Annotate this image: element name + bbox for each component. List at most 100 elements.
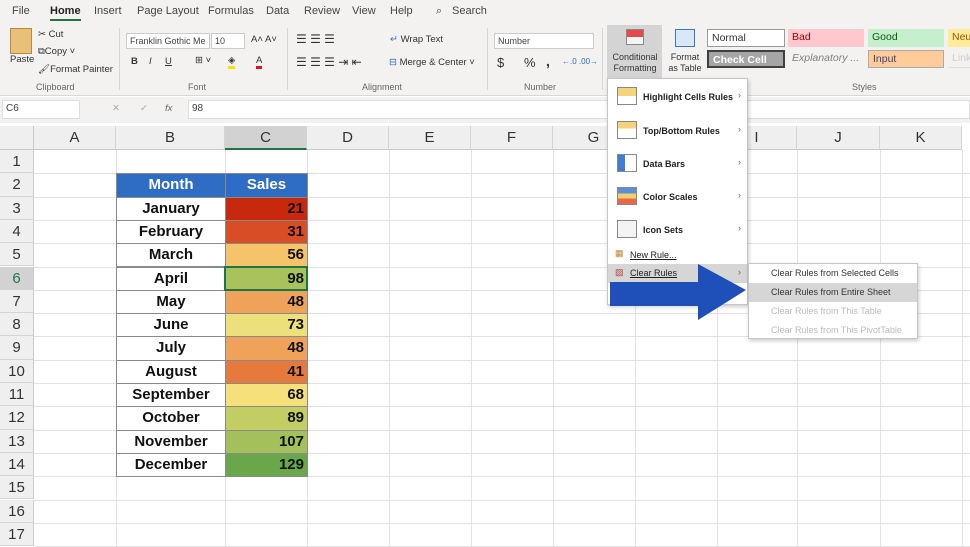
percent-button[interactable]: %	[524, 55, 536, 70]
column-header-A[interactable]: A	[34, 126, 116, 150]
cut-button[interactable]: ✂ Cut	[38, 29, 63, 40]
month-cell[interactable]: January	[116, 196, 226, 221]
formula-input[interactable]: 98	[188, 100, 970, 119]
copy-button[interactable]: ⧉Copy ˅	[38, 46, 75, 57]
style-check-cell[interactable]: Check Cell	[707, 50, 785, 68]
month-cell[interactable]: May	[116, 289, 226, 315]
row-header-2[interactable]: 2	[0, 173, 34, 197]
style-bad[interactable]: Bad	[788, 29, 864, 47]
font-grow-shrink-buttons[interactable]: A˄ A˅	[251, 34, 277, 45]
font-size-select[interactable]: 10	[211, 33, 245, 49]
menu-item-highlight-cells-rules[interactable]: Highlight Cells Rules ›	[608, 79, 747, 112]
column-header-B[interactable]: B	[116, 126, 225, 150]
tab-view[interactable]: View	[352, 5, 376, 17]
format-painter-button[interactable]: 🖌Format Painter	[38, 64, 113, 75]
format-as-table-button[interactable]: Format as Table	[665, 25, 705, 78]
sales-cell[interactable]: 31	[225, 219, 308, 245]
tab-review[interactable]: Review	[304, 5, 340, 17]
column-header-K[interactable]: K	[880, 126, 962, 150]
comma-button[interactable]: ,	[546, 53, 550, 69]
fill-color-icon[interactable]: ◈	[228, 55, 236, 69]
row-header-16[interactable]: 16	[0, 499, 34, 523]
decimal-buttons[interactable]: ←.0 .00→	[562, 57, 598, 66]
wrap-text-button[interactable]: ↵ Wrap Text	[390, 34, 443, 45]
row-header-10[interactable]: 10	[0, 359, 34, 383]
sales-cell[interactable]: 56	[225, 243, 308, 268]
menu-item-icon-sets[interactable]: Icon Sets ›	[608, 212, 747, 245]
row-header-12[interactable]: 12	[0, 406, 34, 430]
merge-center-button[interactable]: ⊟ Merge & Center ˅	[389, 57, 475, 68]
row-header-7[interactable]: 7	[0, 289, 34, 314]
month-cell[interactable]: November	[116, 429, 226, 454]
style-good[interactable]: Good	[868, 29, 944, 47]
menu-item-top-bottom-rules[interactable]: Top/Bottom Rules ›	[608, 113, 747, 146]
row-header-8[interactable]: 8	[0, 313, 34, 337]
header-month[interactable]: Month	[116, 173, 226, 198]
style-neutral[interactable]: Neu	[948, 29, 970, 47]
tab-help[interactable]: Help	[390, 5, 413, 17]
column-header-E[interactable]: E	[389, 126, 471, 150]
sales-cell[interactable]: 129	[225, 452, 308, 478]
sales-cell[interactable]: 48	[225, 289, 308, 315]
currency-button[interactable]: $	[497, 55, 504, 70]
style-explanatory[interactable]: Explanatory ...	[788, 50, 864, 68]
row-header-9[interactable]: 9	[0, 336, 34, 360]
row-header-4[interactable]: 4	[0, 219, 34, 244]
row-header-3[interactable]: 3	[0, 196, 34, 220]
tab-insert[interactable]: Insert	[94, 5, 122, 17]
italic-button[interactable]: I	[149, 56, 152, 67]
row-header-6[interactable]: 6	[0, 266, 34, 290]
row-header-17[interactable]: 17	[0, 522, 34, 547]
month-cell[interactable]: July	[116, 336, 226, 361]
month-cell[interactable]: October	[116, 406, 226, 431]
column-header-J[interactable]: J	[797, 126, 880, 150]
sales-cell[interactable]: 41	[225, 359, 308, 384]
header-sales[interactable]: Sales	[225, 173, 308, 198]
number-format-select[interactable]: Number	[494, 33, 594, 49]
horizontal-align-icons[interactable]: ☰ ☰ ☰ ⇥ ⇤	[296, 55, 362, 69]
sales-cell[interactable]: 73	[225, 313, 308, 338]
function-icon[interactable]: fx	[165, 103, 172, 114]
style-input[interactable]: Input	[868, 50, 944, 68]
row-header-15[interactable]: 15	[0, 476, 34, 500]
sales-cell[interactable]: 89	[225, 406, 308, 431]
search-icon[interactable]: ⌕	[436, 5, 442, 18]
tab-data[interactable]: Data	[266, 5, 289, 17]
sales-cell[interactable]: 107	[225, 429, 308, 454]
month-cell[interactable]: December	[116, 452, 226, 478]
row-header-14[interactable]: 14	[0, 452, 34, 477]
paste-button[interactable]: Paste	[10, 54, 34, 65]
month-cell[interactable]: April	[116, 266, 226, 291]
row-header-1[interactable]: 1	[0, 150, 34, 174]
bold-button[interactable]: B	[131, 56, 138, 67]
cancel-icon[interactable]: ✕	[112, 103, 120, 114]
column-header-D[interactable]: D	[307, 126, 389, 150]
font-color-icon[interactable]: A	[256, 55, 263, 69]
menu-item-color-scales[interactable]: Color Scales ›	[608, 179, 747, 212]
sales-cell[interactable]: 21	[225, 196, 308, 221]
month-cell[interactable]: February	[116, 219, 226, 245]
underline-button[interactable]: U	[165, 56, 172, 67]
enter-icon[interactable]: ✓	[140, 103, 148, 114]
row-header-13[interactable]: 13	[0, 429, 34, 453]
month-cell[interactable]: March	[116, 243, 226, 268]
row-header-11[interactable]: 11	[0, 383, 34, 407]
sales-cell[interactable]: 48	[225, 336, 308, 361]
tab-page-layout[interactable]: Page Layout	[137, 5, 199, 17]
conditional-formatting-button[interactable]: Conditional Formatting	[607, 25, 662, 78]
borders-icon[interactable]: ⊞ ˅	[195, 55, 211, 66]
tab-formulas[interactable]: Formulas	[208, 5, 254, 17]
tab-home[interactable]: Home	[50, 5, 81, 21]
style-link[interactable]: Link	[948, 50, 970, 68]
search-label[interactable]: Search	[452, 5, 487, 17]
paste-icon[interactable]	[10, 28, 32, 54]
select-all-button[interactable]	[0, 126, 34, 150]
tab-file[interactable]: File	[12, 5, 30, 17]
font-name-select[interactable]: Franklin Gothic Me	[126, 33, 210, 49]
submenu-item-clear-entire-sheet[interactable]: Clear Rules from Entire Sheet	[749, 283, 917, 302]
sales-cell[interactable]: 68	[225, 383, 308, 408]
column-header-F[interactable]: F	[471, 126, 553, 150]
row-header-5[interactable]: 5	[0, 243, 34, 267]
menu-item-data-bars[interactable]: Data Bars ›	[608, 146, 747, 179]
name-box[interactable]: C6	[2, 100, 80, 119]
